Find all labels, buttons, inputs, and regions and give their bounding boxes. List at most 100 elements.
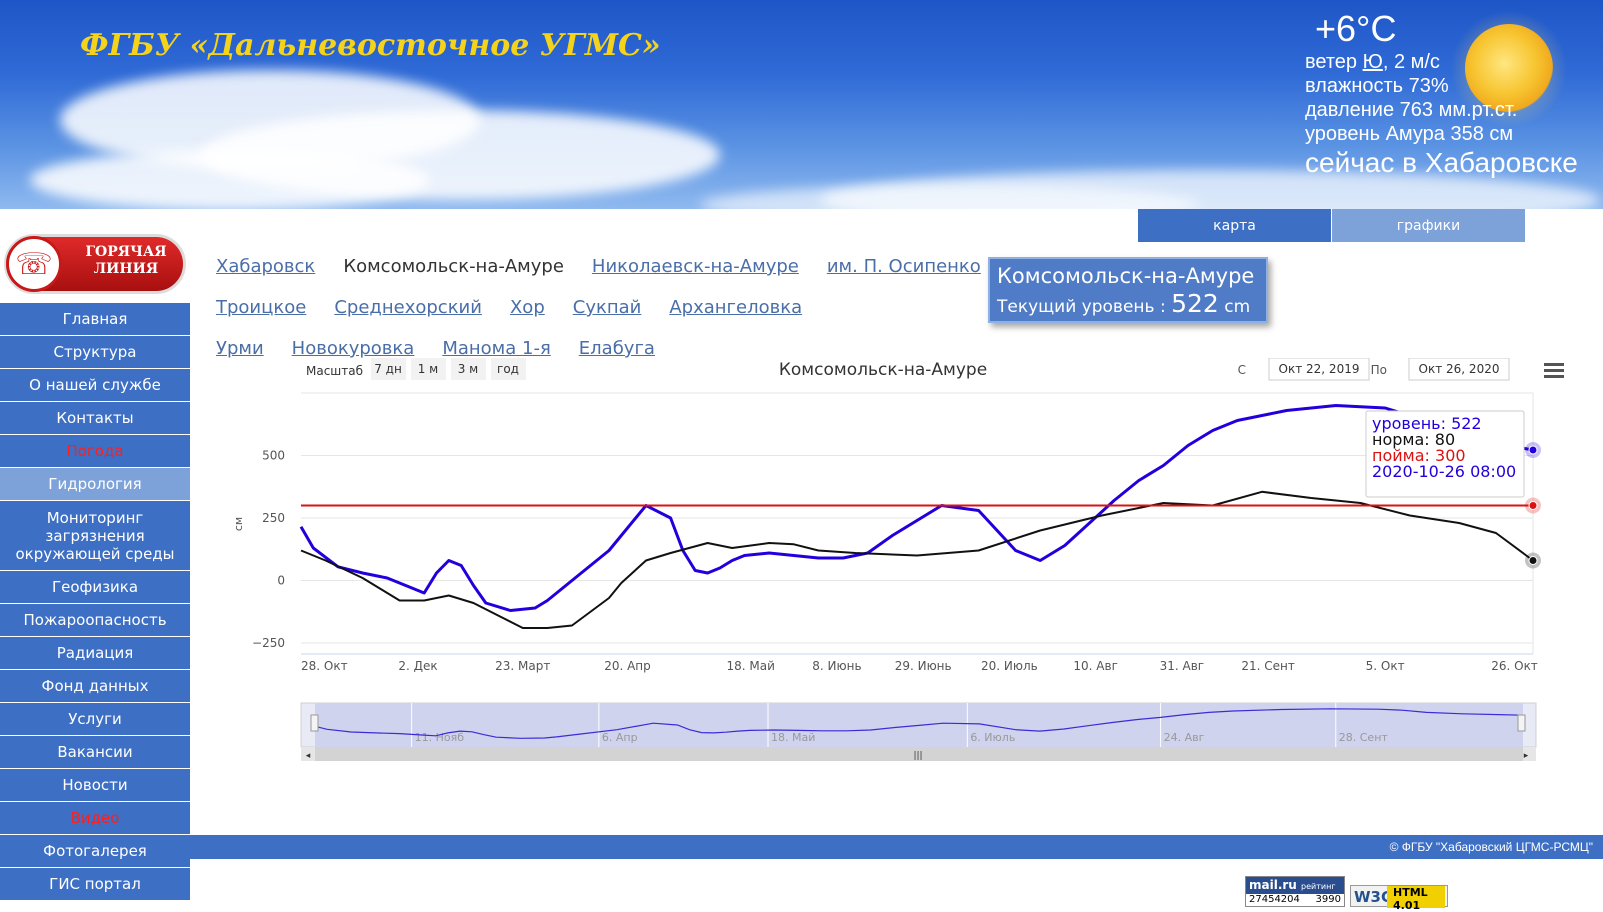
station-link[interactable]: Среднехорский xyxy=(334,297,482,318)
station-link[interactable]: Хабаровск xyxy=(216,256,315,277)
site-title[interactable]: ФГБУ «Дальневосточное УГМС» xyxy=(80,28,661,63)
zoom-button-year[interactable]: год xyxy=(491,358,526,380)
station-link[interactable]: Сукпай xyxy=(573,297,642,318)
sidebar-item-gis-portal[interactable]: ГИС портал xyxy=(0,868,190,901)
zoom-button-7d[interactable]: 7 дн xyxy=(371,358,406,380)
zoom-button-1m[interactable]: 1 м xyxy=(411,358,446,380)
station-link[interactable]: Елабуга xyxy=(579,338,655,359)
sidebar-item-fire-danger[interactable]: Пожароопасность xyxy=(0,604,190,637)
station-link[interactable]: Хор xyxy=(510,297,545,318)
sidebar-item-geophysics[interactable]: Геофизика xyxy=(0,571,190,604)
sidebar-nav: Главная Структура О нашей службе Контакт… xyxy=(0,303,190,901)
x-tick-label: 23. Март xyxy=(495,659,550,673)
copyright: © ФГБУ "Хабаровский ЦГМС-РСМЦ" xyxy=(1389,840,1593,854)
scroll-left-arrow-icon[interactable]: ◂ xyxy=(306,751,311,761)
scrollbar-grip-icon: ||| xyxy=(913,751,922,761)
chart-area: Масштаб 7 дн 1 м 3 м год Комсомольск-на-… xyxy=(216,357,1600,788)
sidebar-item-news[interactable]: Новости xyxy=(0,769,190,802)
level-box-value: 522 xyxy=(1171,289,1219,318)
wind: ветер Ю, 2 м/с xyxy=(1305,51,1440,73)
tab-map[interactable]: карта xyxy=(1138,209,1331,242)
scroll-right-arrow-icon[interactable]: ▸ xyxy=(1524,751,1529,761)
range-navigator[interactable]: 11. Нояб 6. Апр 18. Май 6. Июль 24. Авг 28. С… xyxy=(300,702,1537,761)
last-point-marker xyxy=(1528,556,1538,565)
series-line-norm xyxy=(300,490,1534,629)
sidebar-item-home[interactable]: Главная xyxy=(0,303,190,336)
chart-title: Комсомольск-на-Амуре xyxy=(779,360,987,380)
sidebar-item-vacancies[interactable]: Вакансии xyxy=(0,736,190,769)
x-tick-label: 5. Окт xyxy=(1366,659,1405,673)
station-link[interactable]: Новокуровка xyxy=(292,338,415,359)
sidebar-item-weather[interactable]: Погода xyxy=(0,435,190,468)
x-tick-label: 26. Окт xyxy=(1491,659,1538,673)
navigator-handle-left[interactable] xyxy=(310,714,319,732)
navigator-label: 11. Нояб xyxy=(415,731,465,744)
sidebar-item-photo-gallery[interactable]: Фотогалерея xyxy=(0,835,190,868)
y-tick-label: −250 xyxy=(252,636,285,650)
hotline-banner[interactable]: ☏ ГОРЯЧАЯ ЛИНИЯ xyxy=(0,230,190,300)
series-lines xyxy=(299,404,1541,629)
y-axis-ticks: 500 250 0 −250 xyxy=(252,449,285,651)
navigator-label: 28. Сент xyxy=(1339,731,1389,744)
station-link[interactable]: Архангеловка xyxy=(669,297,802,318)
current-level-box: Комсомольск-на-Амуре Текущий уровень : 5… xyxy=(988,257,1268,323)
weather-widget: +6°С ветер Ю, 2 м/с влажность 73% давлен… xyxy=(1305,8,1578,180)
tooltip: уровень: 522 норма: 80 пойма: 300 2020-1… xyxy=(1365,410,1525,498)
station-link[interactable]: Урми xyxy=(216,338,264,359)
tab-charts[interactable]: графики xyxy=(1332,209,1525,242)
sidebar-item-hydrology[interactable]: Гидрология xyxy=(0,468,190,501)
station-link[interactable]: Манома 1-я xyxy=(442,338,550,359)
humidity: влажность 73% xyxy=(1305,75,1449,97)
station-link[interactable]: Николаевск-на-Амуре xyxy=(592,256,799,277)
x-axis-ticks: 28. Окт 2. Дек 23. Март 20. Апр 18. Май 8. Ию… xyxy=(301,659,1538,673)
series-line-level xyxy=(299,404,1534,612)
footer: © ФГБУ "Хабаровский ЦГМС-РСМЦ" xyxy=(190,835,1603,859)
view-tabs: карта графики xyxy=(1138,209,1525,242)
last-point-marker xyxy=(1528,501,1538,510)
station-link[interactable]: Троицкое xyxy=(216,297,306,318)
x-tick-label: 28. Окт xyxy=(301,659,348,673)
w3c-badge[interactable]: W3C HTML 4.01 xyxy=(1350,885,1448,912)
svg-text:год: год xyxy=(497,362,519,376)
amur-level: уровень Амура 358 см xyxy=(1305,123,1514,145)
level-box-value-line: Текущий уровень : 522 cm xyxy=(997,289,1251,318)
navigator-label: 18. Май xyxy=(771,731,815,744)
sidebar-item-data-fund[interactable]: Фонд данных xyxy=(0,670,190,703)
navigator-label: 6. Апр xyxy=(602,731,638,744)
zoom-label: Масштаб xyxy=(306,364,363,378)
date-to-label: По xyxy=(1371,363,1387,377)
sidebar-item-video[interactable]: Видео xyxy=(0,802,190,835)
tooltip-datetime: 2020-10-26 08:00 xyxy=(1372,462,1516,481)
cloud xyxy=(30,150,430,209)
x-tick-label: 10. Авг xyxy=(1073,659,1117,673)
x-tick-label: 29. Июнь xyxy=(895,659,952,673)
y-tick-label: 0 xyxy=(277,574,285,588)
level-chart: Масштаб 7 дн 1 м 3 м год Комсомольск-на-… xyxy=(232,357,1564,761)
x-tick-label: 20. Апр xyxy=(604,659,651,673)
sidebar-item-structure[interactable]: Структура xyxy=(0,336,190,369)
x-tick-label: 2. Дек xyxy=(398,659,437,673)
y-axis-label: см xyxy=(232,517,245,531)
station-link[interactable]: им. П. Осипенко xyxy=(827,256,981,277)
date-from-input[interactable]: Окт 22, 2019 xyxy=(1268,357,1370,381)
sidebar-item-about[interactable]: О нашей службе xyxy=(0,369,190,402)
svg-text:3 м: 3 м xyxy=(458,362,479,376)
svg-text:Окт 22, 2019: Окт 22, 2019 xyxy=(1279,362,1360,376)
zoom-button-3m[interactable]: 3 м xyxy=(451,358,486,380)
mailru-counter[interactable]: mail.ru рейтинг 27454204 3990 xyxy=(1245,876,1345,907)
sidebar-item-contacts[interactable]: Контакты xyxy=(0,402,190,435)
navigator-handle-right[interactable] xyxy=(1517,714,1526,732)
x-tick-label: 20. Июль xyxy=(981,659,1038,673)
menu-icon[interactable] xyxy=(1544,363,1564,378)
sidebar-item-radiation[interactable]: Радиация xyxy=(0,637,190,670)
navigator-label: 6. Июль xyxy=(970,731,1015,744)
station-current: Комсомольск-на-Амуре xyxy=(343,256,564,277)
svg-text:7 дн: 7 дн xyxy=(374,362,402,376)
sidebar-item-pollution-monitoring[interactable]: Мониторинг загрязнения окружающей среды xyxy=(0,501,190,571)
site-header: ФГБУ «Дальневосточное УГМС» +6°С ветер Ю… xyxy=(0,0,1603,209)
sidebar-item-services[interactable]: Услуги xyxy=(0,703,190,736)
pressure: давление 763 мм.рт.ст. xyxy=(1305,99,1518,121)
grid-lines xyxy=(301,392,1534,655)
date-to-input[interactable]: Окт 26, 2020 xyxy=(1408,357,1510,381)
y-tick-label: 250 xyxy=(262,511,285,525)
